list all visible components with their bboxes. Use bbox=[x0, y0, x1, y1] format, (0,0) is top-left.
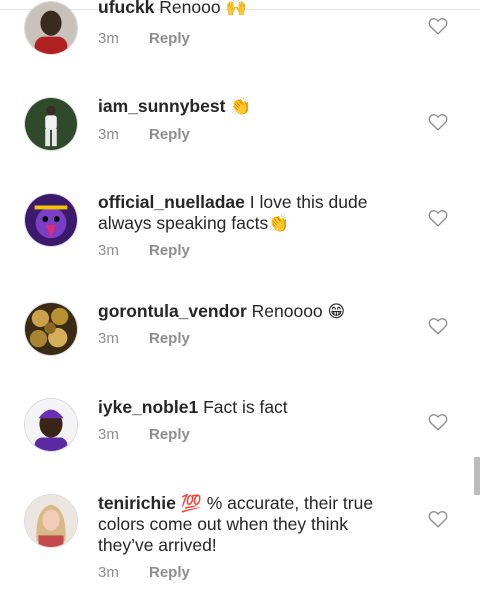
reply-button[interactable]: Reply bbox=[149, 426, 190, 443]
heart-icon[interactable] bbox=[428, 317, 448, 335]
comment-text: iam_sunnybest 👏 bbox=[98, 96, 398, 117]
heart-icon[interactable] bbox=[428, 510, 448, 528]
hundred-points-emoji-icon: 💯 bbox=[180, 494, 202, 513]
reply-button[interactable]: Reply bbox=[149, 242, 190, 259]
comment-meta: 3m Reply bbox=[98, 564, 190, 581]
heart-icon[interactable] bbox=[428, 209, 448, 227]
comment-meta: 3m Reply bbox=[98, 330, 190, 347]
raising-hands-emoji-icon: 🙌 bbox=[225, 0, 247, 17]
comment-text: official_nuelladae I love this dude alwa… bbox=[98, 192, 398, 234]
comment-body: Renooo bbox=[154, 0, 226, 17]
comment-time: 3m bbox=[98, 126, 119, 143]
comment-time: 3m bbox=[98, 426, 119, 443]
reply-button[interactable]: Reply bbox=[149, 564, 190, 581]
heart-icon[interactable] bbox=[428, 17, 448, 35]
comment-meta: 3m Reply bbox=[98, 30, 190, 47]
comment-time: 3m bbox=[98, 30, 119, 47]
comment-time: 3m bbox=[98, 330, 119, 347]
comment-text: iyke_noble1 Fact is fact bbox=[98, 397, 398, 418]
avatar[interactable] bbox=[24, 97, 78, 151]
comment-time: 3m bbox=[98, 242, 119, 259]
comments-screen: ufuckk Renooo 🙌 3m Reply iam_sunnybest 👏 … bbox=[0, 0, 480, 598]
comment-username[interactable]: iam_sunnybest bbox=[98, 96, 225, 116]
comment-username[interactable]: iyke_noble1 bbox=[98, 397, 198, 417]
comment-username[interactable]: tenirichie bbox=[98, 493, 176, 513]
avatar[interactable] bbox=[24, 1, 78, 55]
comment-username[interactable]: official_nuelladae bbox=[98, 192, 245, 212]
comment-meta: 3m Reply bbox=[98, 426, 190, 443]
comment-text: tenirichie 💯 % accurate, their true colo… bbox=[98, 493, 398, 556]
reply-button[interactable]: Reply bbox=[149, 30, 190, 47]
comment-time: 3m bbox=[98, 564, 119, 581]
avatar[interactable] bbox=[24, 302, 78, 356]
grinning-face-emoji-icon: 😁 bbox=[327, 302, 346, 321]
comment-username[interactable]: gorontula_vendor bbox=[98, 301, 247, 321]
scrollbar-thumb[interactable] bbox=[474, 457, 480, 495]
avatar[interactable] bbox=[24, 494, 78, 548]
comment-body: Fact is fact bbox=[198, 397, 288, 417]
heart-icon[interactable] bbox=[428, 113, 448, 131]
reply-button[interactable]: Reply bbox=[149, 330, 190, 347]
clapping-hands-emoji-icon: 👏 bbox=[268, 214, 290, 233]
reply-button[interactable]: Reply bbox=[149, 126, 190, 143]
comment-meta: 3m Reply bbox=[98, 126, 190, 143]
avatar[interactable] bbox=[24, 193, 78, 247]
heart-icon[interactable] bbox=[428, 413, 448, 431]
comment-body: Renoooo bbox=[246, 301, 328, 321]
comment-meta: 3m Reply bbox=[98, 242, 190, 259]
comment-text: ufuckk Renooo 🙌 bbox=[98, 0, 398, 18]
avatar[interactable] bbox=[24, 398, 78, 452]
comment-username[interactable]: ufuckk bbox=[98, 0, 154, 17]
comment-text: gorontula_vendor Renoooo 😁 bbox=[98, 301, 398, 322]
clapping-hands-emoji-icon: 👏 bbox=[230, 97, 252, 116]
